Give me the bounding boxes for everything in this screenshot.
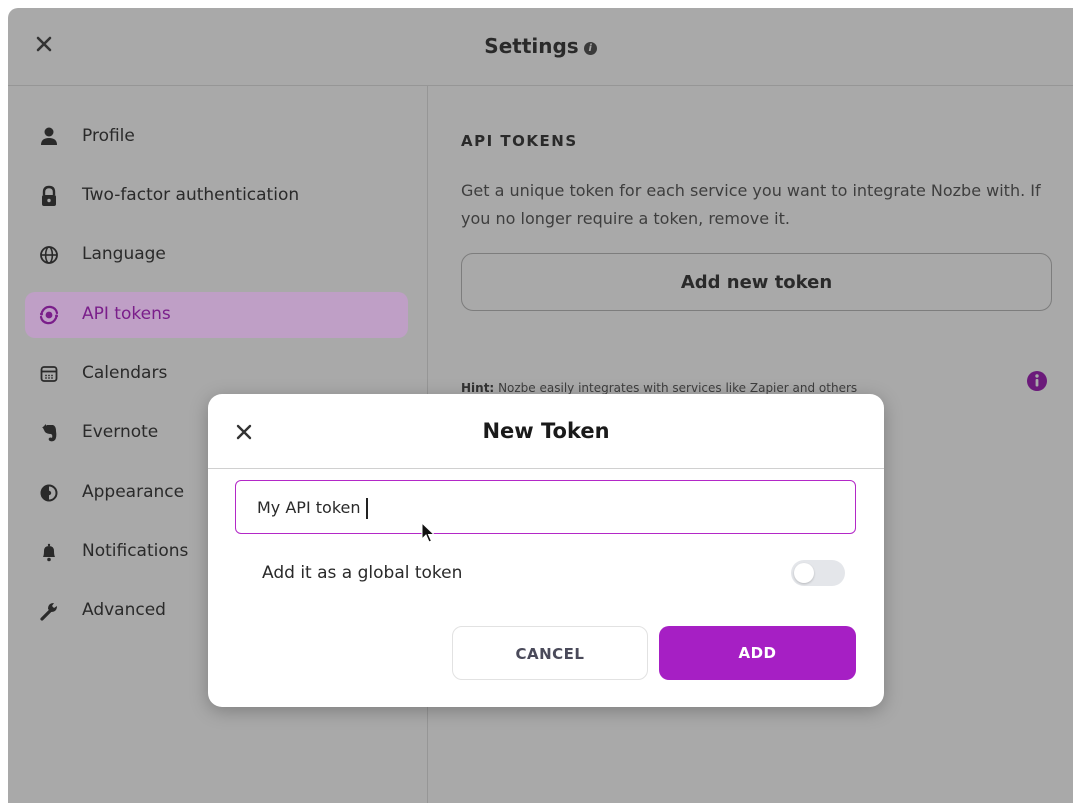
sidebar-item-label: Evernote — [82, 422, 159, 442]
hint-text: Hint: Nozbe easily integrates with servi… — [461, 381, 857, 395]
add-new-token-button[interactable]: Add new token — [461, 253, 1052, 311]
global-token-label: Add it as a global token — [262, 563, 463, 583]
globe-icon — [40, 246, 58, 264]
page-title-text: Settings — [484, 34, 579, 58]
info-icon[interactable] — [1026, 370, 1048, 392]
sidebar-item-label: API tokens — [82, 304, 171, 324]
info-icon[interactable]: i — [583, 42, 597, 55]
user-icon — [41, 127, 57, 145]
dialog-title: New Token — [482, 419, 610, 443]
sidebar-item-label: Notifications — [82, 541, 189, 561]
sidebar-item-label: Calendars — [82, 363, 168, 383]
mouse-pointer-icon — [421, 522, 435, 543]
settings-header: Settings i — [8, 8, 1073, 86]
token-name-input[interactable] — [235, 480, 856, 534]
bell-icon — [43, 543, 55, 562]
dialog-divider — [208, 468, 884, 469]
hint-label: Hint: — [461, 381, 495, 395]
toggle-knob — [794, 563, 814, 583]
sidebar-item-profile[interactable]: Profile — [25, 114, 408, 160]
sidebar-item-calendars[interactable]: Calendars — [25, 351, 408, 397]
sidebar-item-language[interactable]: Language — [25, 232, 408, 278]
wrench-icon — [40, 603, 57, 621]
sidebar-item-label: Two-factor authentication — [82, 185, 300, 205]
sidebar-item-api-tokens[interactable]: API tokens — [25, 292, 408, 338]
section-description: Get a unique token for each service you … — [461, 181, 1041, 228]
text-caret — [366, 498, 368, 519]
sidebar-item-label: Profile — [82, 126, 135, 146]
calendar-icon — [40, 366, 58, 382]
sidebar-item-label: Language — [82, 244, 166, 264]
global-token-toggle[interactable] — [791, 560, 845, 586]
page-title: Settings i — [8, 34, 1073, 58]
sidebar-item-two-factor[interactable]: Two-factor authentication — [25, 173, 408, 219]
appearance-icon — [40, 484, 58, 502]
sidebar-item-label: Appearance — [82, 482, 185, 502]
add-button[interactable]: ADD — [659, 626, 856, 680]
hint-body: Nozbe easily integrates with services li… — [498, 381, 858, 395]
api-tokens-icon — [39, 305, 59, 325]
evernote-icon — [42, 424, 57, 442]
cancel-button[interactable]: CANCEL — [452, 626, 648, 680]
lock-icon — [42, 185, 56, 206]
sidebar-item-label: Advanced — [82, 600, 166, 620]
section-title: API TOKENS — [461, 132, 578, 150]
new-token-dialog: New Token Add it as a global token CANCE… — [208, 394, 884, 707]
